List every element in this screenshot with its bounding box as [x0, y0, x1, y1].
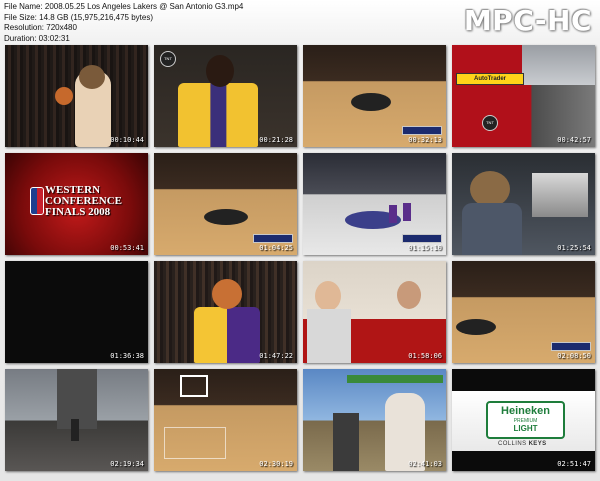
- western-conference-finals-title: WESTERN CONFERENCE FINALS 2008: [45, 184, 123, 218]
- sky: [522, 45, 595, 85]
- timestamp: 00:21:28: [259, 136, 293, 144]
- timestamp: 02:19:34: [110, 460, 144, 468]
- slot-machine: [532, 173, 588, 217]
- heineken-logo: Heineken PREMIUM LIGHT: [486, 401, 565, 439]
- center-logo: [456, 319, 496, 335]
- timestamp: 02:41:03: [408, 460, 442, 468]
- thumbnail-7[interactable]: 01:15:10: [303, 153, 446, 255]
- thumbnail-8[interactable]: 01:25:54: [452, 153, 595, 255]
- collins-text: COLLINS: [498, 441, 527, 447]
- thumbnail-3[interactable]: 00:32:13: [303, 45, 446, 147]
- file-info: File Name: 2008.05.25 Los Angeles Lakers…: [4, 2, 424, 44]
- thumbnail-15[interactable]: 02:41:03: [303, 369, 446, 471]
- heineken-brand-text: Heineken: [501, 405, 550, 417]
- person-head: [315, 281, 341, 311]
- player-figure: [389, 205, 397, 223]
- paint-lane: [164, 427, 226, 459]
- monkey-bars: [347, 375, 443, 383]
- backboard: [180, 375, 208, 397]
- collins-keys-text: COLLINS KEYS: [498, 441, 547, 447]
- thumbnail-2[interactable]: TNT 00:21:28: [154, 45, 297, 147]
- timestamp: 01:47:22: [259, 352, 293, 360]
- timestamp: 00:42:57: [557, 136, 591, 144]
- heineken-light-text: LIGHT: [513, 424, 538, 433]
- player-jersey: [178, 83, 258, 147]
- person-walking: [71, 419, 79, 441]
- thumbnail-5[interactable]: WESTERN CONFERENCE FINALS 2008 00:53:41: [5, 153, 148, 255]
- resolution-text: Resolution: 720x480: [4, 23, 77, 32]
- score-bug: [551, 342, 591, 351]
- tnt-logo: TNT: [482, 115, 498, 131]
- autotrader-sign: AutoTrader: [456, 73, 524, 85]
- player-head: [206, 55, 234, 87]
- mpc-hc-logo: MPC-HC: [463, 4, 592, 37]
- thumbnail-14[interactable]: 02:30:19: [154, 369, 297, 471]
- timestamp: 01:36:38: [110, 352, 144, 360]
- player-figure: [403, 203, 411, 221]
- file-size-text: File Size: 14.8 GB (15,975,216,475 bytes…: [4, 12, 153, 22]
- player-jersey: [194, 307, 260, 363]
- person-head: [397, 281, 421, 309]
- center-logo: [204, 209, 248, 225]
- basketball: [212, 279, 242, 309]
- file-name-text: File Name: 2008.05.25 Los Angeles Lakers…: [4, 2, 244, 11]
- player-hair: [79, 65, 105, 89]
- center-logo: [351, 93, 391, 111]
- thumbnail-10[interactable]: 01:47:22: [154, 261, 297, 363]
- character-body: [462, 203, 522, 255]
- timestamp: 00:32:13: [408, 136, 442, 144]
- timestamp: 02:30:19: [259, 460, 293, 468]
- timestamp: 01:58:06: [408, 352, 442, 360]
- timestamp: 01:15:10: [408, 244, 442, 252]
- timestamp: 02:08:50: [557, 352, 591, 360]
- keys-text: KEYS: [528, 441, 547, 447]
- tnt-logo: TNT: [160, 51, 176, 67]
- thumbnail-12[interactable]: 02:08:50: [452, 261, 595, 363]
- thumbnail-13[interactable]: 02:19:34: [5, 369, 148, 471]
- person-body: [307, 309, 351, 363]
- thumbnail-16[interactable]: Heineken PREMIUM LIGHT COLLINS KEYS 02:5…: [452, 369, 595, 471]
- score-bug: [253, 234, 293, 243]
- duration-text: Duration: 03:02:31: [4, 33, 70, 43]
- thumbnail-4[interactable]: AutoTrader TNT 00:42:57: [452, 45, 595, 147]
- timestamp: 02:51:47: [557, 460, 591, 468]
- thumbnail-grid: 00:10:44 TNT 00:21:28 00:32:13 AutoTrade…: [5, 45, 595, 475]
- thumbnail-6[interactable]: 01:04:25: [154, 153, 297, 255]
- thumbnail-1[interactable]: 00:10:44: [5, 45, 148, 147]
- score-bug: [402, 234, 442, 243]
- nba-logo: [30, 187, 44, 215]
- basketball: [55, 87, 73, 105]
- person-figure: [333, 413, 359, 471]
- timestamp: 01:04:25: [259, 244, 293, 252]
- timestamp: 00:53:41: [110, 244, 144, 252]
- timestamp: 00:10:44: [110, 136, 144, 144]
- thumbnail-9[interactable]: 01:36:38: [5, 261, 148, 363]
- score-bug: [402, 126, 442, 135]
- timestamp: 01:25:54: [557, 244, 591, 252]
- black-frame: [5, 261, 148, 363]
- thumbnail-11[interactable]: 01:58:06: [303, 261, 446, 363]
- character-head: [470, 171, 510, 207]
